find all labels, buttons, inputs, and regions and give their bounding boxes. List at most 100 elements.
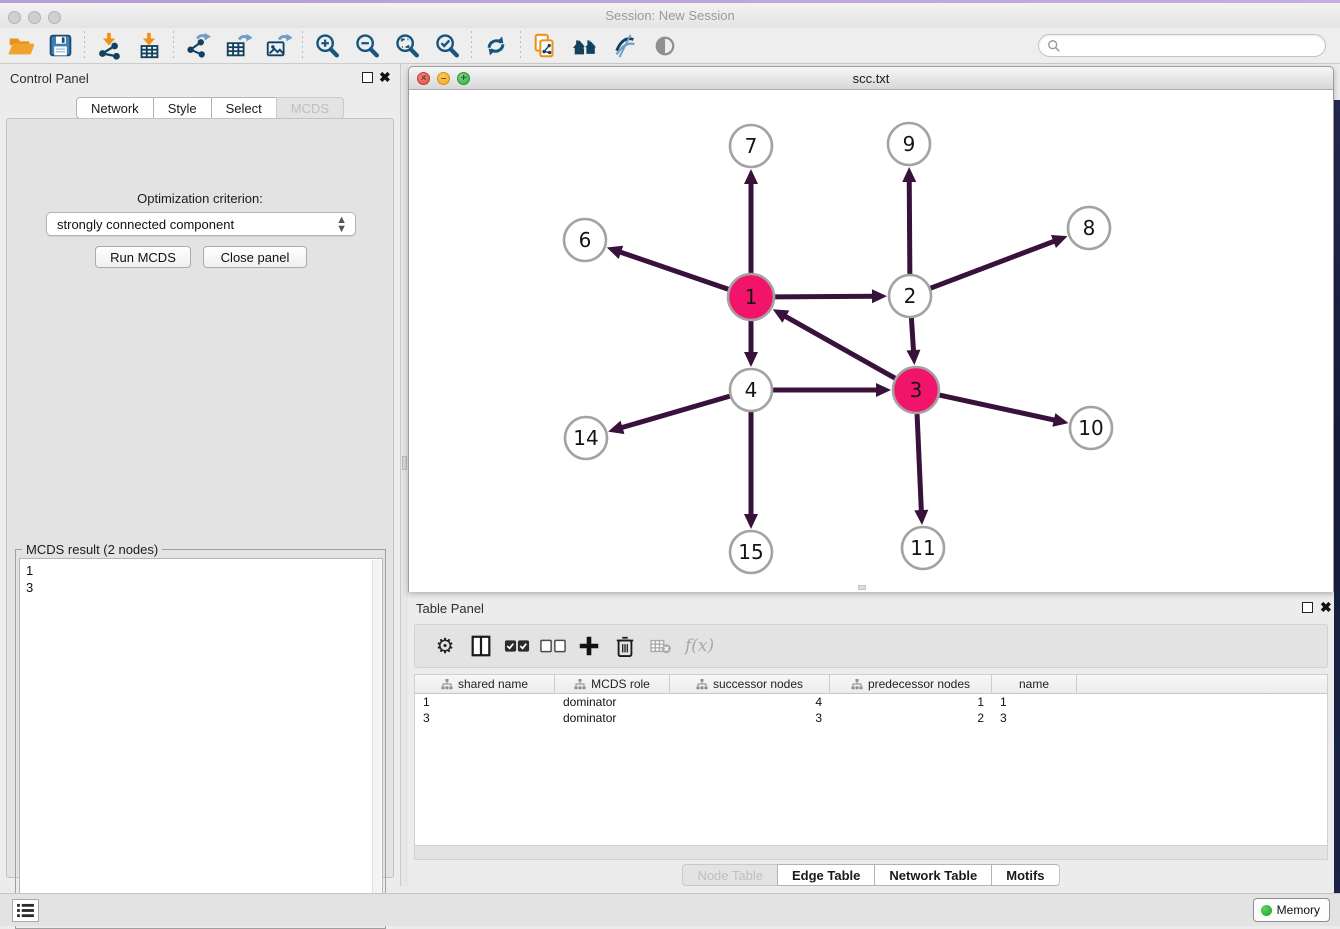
zoom-selected-button[interactable]	[427, 30, 467, 62]
memory-button[interactable]: Memory	[1253, 898, 1330, 922]
splitter-handle[interactable]	[402, 456, 407, 470]
table-row[interactable]: 1 dominator 4 1 1	[415, 694, 1327, 710]
cell-predecessor-nodes[interactable]: 2	[830, 710, 992, 726]
zoom-fit-icon	[393, 32, 421, 60]
tab-mcds[interactable]: MCDS	[276, 97, 344, 119]
open-session-button[interactable]	[0, 30, 40, 62]
column-header-name[interactable]: name	[992, 675, 1077, 693]
search-input[interactable]	[1061, 37, 1325, 55]
home-button[interactable]	[565, 30, 605, 62]
canvas-resize-grip[interactable]	[858, 585, 866, 590]
edge-3-10[interactable]	[939, 395, 1057, 421]
tab-style[interactable]: Style	[153, 97, 211, 119]
cell-shared-name[interactable]: 1	[415, 694, 555, 710]
network-window-titlebar[interactable]: × – + scc.txt	[409, 67, 1333, 90]
node-6[interactable]: 6	[564, 219, 606, 261]
add-row-button[interactable]	[571, 631, 607, 661]
clear-all-button[interactable]	[535, 631, 571, 661]
tab-node-table[interactable]: Node Table	[682, 864, 777, 886]
criterion-select[interactable]: strongly connected component ▲▼	[46, 212, 356, 236]
edge-arrowhead	[744, 169, 758, 184]
export-network-button[interactable]	[178, 30, 218, 62]
network-graph[interactable]: 7 9 6 8 1 2 4 3 14 10 15 11	[409, 90, 1333, 592]
memory-status-icon	[1261, 905, 1272, 916]
show-columns-button[interactable]	[463, 631, 499, 661]
zoom-out-icon	[353, 32, 381, 60]
table-panel-float-button[interactable]	[1302, 602, 1313, 613]
edge-1-2[interactable]	[775, 296, 876, 297]
cell-name[interactable]: 3	[992, 710, 1077, 726]
node-9[interactable]: 9	[888, 123, 930, 165]
node-8[interactable]: 8	[1068, 207, 1110, 249]
search-field[interactable]	[1038, 34, 1326, 57]
search-icon	[1047, 39, 1061, 53]
node-3[interactable]: 3	[893, 367, 939, 413]
close-panel-button[interactable]: Close panel	[203, 246, 307, 268]
tab-network-table[interactable]: Network Table	[874, 864, 991, 886]
node-1[interactable]: 1	[728, 274, 774, 320]
node-table[interactable]: shared name MCDS role	[414, 674, 1328, 846]
node-10[interactable]: 10	[1070, 407, 1112, 449]
edge-3-1[interactable]	[782, 315, 895, 379]
edge-4-14[interactable]	[619, 396, 730, 428]
mcds-result-list[interactable]: 1 3	[19, 558, 383, 926]
toolbar-separator	[302, 31, 303, 61]
export-table-button[interactable]	[218, 30, 258, 62]
node-4[interactable]: 4	[730, 369, 772, 411]
refresh-button[interactable]	[476, 30, 516, 62]
run-mcds-button[interactable]: Run MCDS	[95, 246, 191, 268]
edge-2-9[interactable]	[909, 178, 910, 274]
plus-icon	[577, 634, 601, 658]
zoom-in-button[interactable]	[307, 30, 347, 62]
column-header-successor-nodes[interactable]: successor nodes	[670, 675, 830, 693]
table-row[interactable]: 3 dominator 3 2 3	[415, 710, 1327, 726]
node-15[interactable]: 15	[730, 531, 772, 573]
node-7[interactable]: 7	[730, 125, 772, 167]
import-network-button[interactable]	[89, 30, 129, 62]
graphics-details-button[interactable]	[605, 30, 645, 62]
function-builder-button[interactable]: f(x)	[685, 636, 714, 656]
cell-shared-name[interactable]: 3	[415, 710, 555, 726]
cell-name[interactable]: 1	[992, 694, 1077, 710]
edge-1-6[interactable]	[617, 251, 728, 289]
column-header-predecessor-nodes[interactable]: predecessor nodes	[830, 675, 992, 693]
node-14[interactable]: 14	[565, 417, 607, 459]
result-scrollbar[interactable]	[372, 560, 381, 926]
column-header-mcds-role[interactable]: MCDS role	[555, 675, 670, 693]
cell-mcds-role[interactable]: dominator	[555, 710, 670, 726]
home-icon	[570, 32, 600, 60]
column-header-shared-name[interactable]: shared name	[415, 675, 555, 693]
delete-table-button[interactable]	[643, 631, 679, 661]
zoom-out-button[interactable]	[347, 30, 387, 62]
tab-network[interactable]: Network	[76, 97, 153, 119]
table-settings-button[interactable]: ⚙	[427, 631, 463, 661]
delete-row-button[interactable]	[607, 631, 643, 661]
task-history-button[interactable]	[12, 899, 39, 922]
graphics-details-icon	[611, 32, 639, 60]
edge-3-11[interactable]	[917, 414, 921, 514]
clone-network-button[interactable]	[525, 30, 565, 62]
cell-successor-nodes[interactable]: 4	[670, 694, 830, 710]
node-2[interactable]: 2	[889, 275, 931, 317]
table-toolbar: ⚙	[414, 624, 1328, 668]
node-11[interactable]: 11	[902, 527, 944, 569]
tab-edge-table[interactable]: Edge Table	[777, 864, 874, 886]
edge-2-8[interactable]	[931, 240, 1058, 288]
save-session-button[interactable]	[40, 30, 80, 62]
tab-motifs[interactable]: Motifs	[991, 864, 1059, 886]
tab-select[interactable]: Select	[211, 97, 276, 119]
zoom-fit-button[interactable]	[387, 30, 427, 62]
control-panel-close-button[interactable]: ✖	[379, 70, 391, 84]
edge-2-3[interactable]	[911, 318, 913, 354]
import-table-button[interactable]	[129, 30, 169, 62]
hide-panels-button[interactable]	[645, 30, 685, 62]
table-panel-close-button[interactable]: ✖	[1320, 600, 1332, 614]
select-all-button[interactable]	[499, 631, 535, 661]
cell-successor-nodes[interactable]: 3	[670, 710, 830, 726]
vertical-splitter[interactable]	[400, 64, 408, 886]
control-panel-float-button[interactable]	[362, 72, 373, 83]
export-image-button[interactable]	[258, 30, 298, 62]
cell-predecessor-nodes[interactable]: 1	[830, 694, 992, 710]
cell-mcds-role[interactable]: dominator	[555, 694, 670, 710]
columns-icon	[469, 634, 493, 658]
